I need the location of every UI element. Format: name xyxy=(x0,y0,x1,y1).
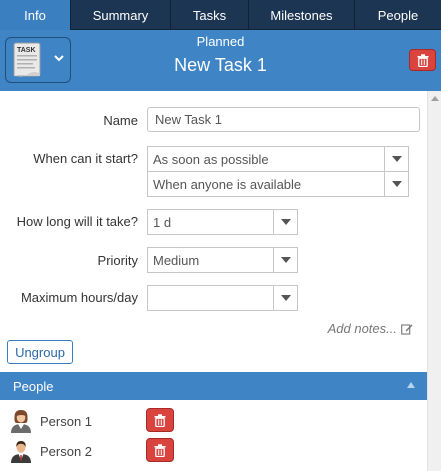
ungroup-button[interactable]: Ungroup xyxy=(7,340,73,364)
tab-people[interactable]: People xyxy=(355,0,441,30)
trash-icon xyxy=(417,53,428,67)
person-name: Person 2 xyxy=(40,444,93,459)
scrollbar[interactable] xyxy=(427,91,441,471)
trash-icon xyxy=(154,413,166,427)
name-label: Name xyxy=(103,113,138,128)
max-hours-label: Maximum hours/day xyxy=(20,290,138,305)
caret-down-icon xyxy=(384,172,408,196)
page-title: New Task 1 xyxy=(174,55,267,75)
task-status: Planned xyxy=(196,34,245,49)
male-person-icon xyxy=(11,441,31,463)
task-info-form: Name New Task 1 When can it start? As so… xyxy=(0,91,427,372)
remove-person-button[interactable] xyxy=(146,438,174,462)
priority-label: Priority xyxy=(97,253,138,268)
start-select[interactable]: As soon as possible xyxy=(147,146,409,172)
duration-select[interactable]: 1 d xyxy=(147,209,298,235)
people-section-header[interactable]: People xyxy=(0,372,427,400)
person-name: Person 1 xyxy=(40,414,93,429)
task-header: TASK Planned New Task 1 xyxy=(0,30,441,91)
priority-select[interactable]: Medium xyxy=(147,247,298,273)
priority-value: Medium xyxy=(153,252,200,268)
remove-person-button[interactable] xyxy=(146,408,174,432)
duration-label: How long will it take? xyxy=(16,214,138,229)
caret-down-icon xyxy=(273,210,297,234)
trash-icon xyxy=(154,443,166,457)
list-item: Person 2 xyxy=(0,438,427,466)
collapse-up-icon[interactable] xyxy=(407,382,415,388)
tab-info[interactable]: Info xyxy=(0,0,71,30)
start-select-value: As soon as possible xyxy=(153,151,269,167)
duration-value: 1 d xyxy=(153,214,172,230)
add-notes-label: Add notes... xyxy=(327,321,397,336)
caret-down-icon xyxy=(273,248,297,272)
tab-tasks[interactable]: Tasks xyxy=(171,0,249,30)
list-item: Person 1 xyxy=(0,408,427,436)
female-person-icon xyxy=(11,410,31,433)
scroll-up-arrow-icon[interactable] xyxy=(431,96,439,101)
edit-icon xyxy=(401,323,413,335)
tab-bar: Info Summary Tasks Milestones People xyxy=(0,0,441,30)
start-condition-value: When anyone is available xyxy=(153,176,302,192)
max-hours-select[interactable] xyxy=(147,285,298,311)
start-condition-select[interactable]: When anyone is available xyxy=(147,171,409,197)
name-field[interactable]: New Task 1 xyxy=(147,107,420,132)
tab-milestones[interactable]: Milestones xyxy=(249,0,355,30)
delete-task-button[interactable] xyxy=(409,49,436,71)
add-notes-link[interactable]: Add notes... xyxy=(328,321,413,336)
people-section-title: People xyxy=(13,378,54,394)
tab-summary[interactable]: Summary xyxy=(71,0,171,30)
caret-down-icon xyxy=(384,147,408,171)
start-label: When can it start? xyxy=(33,151,138,166)
caret-down-icon xyxy=(273,286,297,310)
